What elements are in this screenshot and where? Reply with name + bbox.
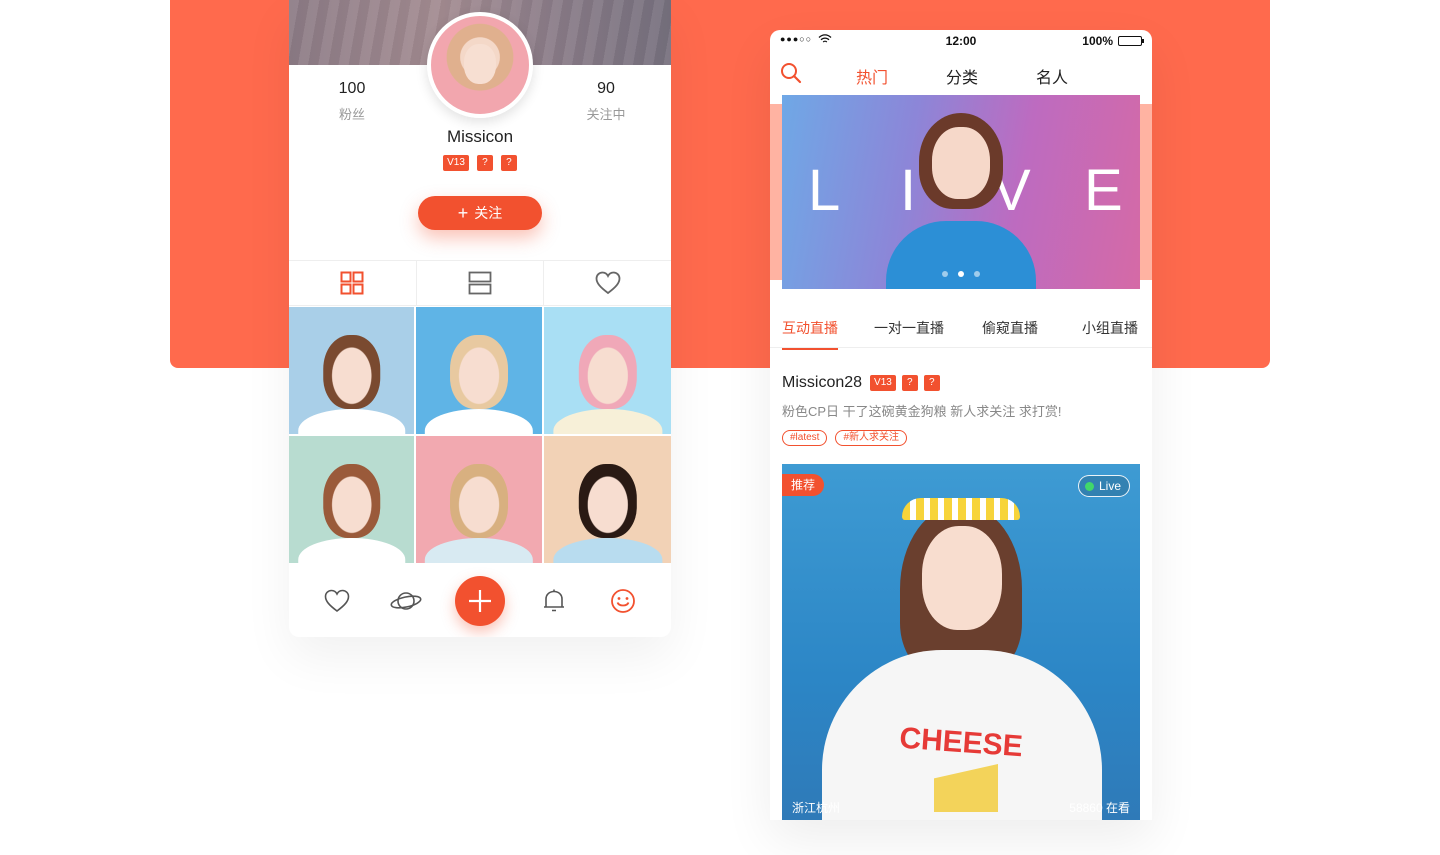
tag-newcomer[interactable]: #新人求关注 — [835, 430, 908, 446]
level-badge: V13 — [870, 375, 896, 391]
heart-icon — [595, 271, 621, 295]
banner-model-image — [886, 109, 1036, 289]
view-mode-tabs — [289, 260, 671, 306]
tab-one-on-one-live[interactable]: 一对一直播 — [874, 318, 944, 338]
follow-button[interactable]: + 关注 — [418, 196, 542, 230]
nav-discover[interactable] — [386, 581, 426, 621]
photo-subject-head — [450, 463, 508, 538]
add-icon — [468, 590, 491, 612]
avatar-face — [464, 44, 496, 84]
profile-username: Missicon — [446, 127, 514, 146]
search-icon — [781, 63, 802, 84]
banner-dot[interactable] — [958, 271, 964, 277]
bell-icon — [543, 589, 564, 612]
live-banner[interactable]: L I V E — [782, 95, 1140, 289]
profile-badges: V13 ? ? — [289, 155, 671, 171]
post-username: Missicon28 — [782, 374, 863, 391]
list-icon — [468, 271, 492, 295]
level-badge: V13 — [443, 155, 469, 171]
heart-icon — [325, 589, 350, 613]
photo-subject-body — [424, 408, 534, 434]
tab-group-live[interactable]: 小组直播 — [1082, 318, 1138, 338]
photo-subject-head — [322, 334, 381, 409]
live-label: Live — [1098, 479, 1121, 493]
following-count: 90 — [597, 80, 615, 97]
photo-thumbnail[interactable] — [544, 307, 671, 434]
stream-model-face — [922, 526, 1002, 630]
tab-grid-view[interactable] — [289, 261, 417, 305]
tab-celebrity[interactable]: 名人 — [1036, 64, 1068, 88]
badge-unknown-1: ? — [476, 155, 493, 171]
top-navigation: 热门 分类 名人 — [770, 58, 1152, 92]
badge-unknown-2: ? — [500, 155, 517, 171]
grid-icon — [340, 271, 364, 295]
photo-subject-body — [552, 408, 663, 434]
recommend-badge: 推荐 — [782, 474, 825, 496]
live-dot-icon — [1084, 481, 1094, 491]
photo-subject-body — [424, 537, 534, 563]
banner-letter-l: L — [808, 158, 841, 223]
photo-subject-body — [552, 537, 663, 563]
banner-model-shirt — [886, 221, 1036, 289]
photo-thumbnail[interactable] — [416, 436, 542, 563]
tab-list-view[interactable] — [417, 261, 545, 305]
post-author[interactable]: Missicon28 V13 ? ? — [782, 374, 940, 392]
bottom-navigation — [289, 565, 671, 637]
tab-category[interactable]: 分类 — [946, 64, 978, 88]
showcase-stage: 100 粉丝 90 关注中 Missicon V13 ? ? + 关注 ●●●○… — [0, 0, 1440, 855]
post-caption: 粉色CP日 干了这碗黄金狗粮 新人求关注 求打赏! — [782, 404, 1062, 419]
banner-model-face — [932, 127, 990, 199]
status-bar: ●●●○○ 12:00 100% — [770, 30, 1152, 52]
stream-model-headband — [902, 498, 1020, 520]
live-indicator: Live — [1077, 475, 1130, 497]
avatar[interactable] — [427, 12, 533, 118]
tab-peek-live[interactable]: 偷窥直播 — [982, 318, 1038, 338]
photo-subject-body — [297, 537, 406, 563]
tab-hot[interactable]: 热门 — [856, 64, 888, 88]
fans-count: 100 — [338, 80, 366, 97]
photo-subject-body — [297, 408, 406, 434]
battery-percent: 100% — [1082, 34, 1113, 48]
smile-icon — [610, 589, 635, 613]
post-tags: #latest #新人求关注 — [782, 430, 908, 446]
badge-unknown-2: ? — [923, 375, 940, 391]
live-stream-card[interactable]: CHEESE 推荐 Live 浙江杭州 58860 在看 — [782, 464, 1140, 820]
banner-letter-e: E — [1084, 158, 1123, 223]
plus-icon: + — [457, 203, 469, 223]
photo-subject-head — [578, 463, 637, 538]
planet-icon — [390, 592, 422, 610]
status-battery: 100% — [1082, 34, 1144, 48]
banner-pagination — [782, 271, 1140, 277]
tag-latest[interactable]: #latest — [782, 430, 828, 446]
photo-subject-head — [322, 463, 381, 538]
search-button[interactable] — [780, 62, 802, 89]
photo-grid — [289, 307, 671, 563]
stream-location: 浙江杭州 — [792, 801, 841, 815]
nav-add-button[interactable] — [454, 576, 505, 626]
photo-thumbnail[interactable] — [544, 436, 671, 563]
viewer-count: 58860 在看 — [1069, 801, 1130, 815]
photo-subject-head — [578, 334, 637, 409]
following-label: 关注中 — [586, 107, 626, 122]
nav-notifications[interactable] — [534, 581, 574, 621]
nav-favorites[interactable] — [317, 581, 357, 621]
profile-screen: 100 粉丝 90 关注中 Missicon V13 ? ? + 关注 — [289, 0, 671, 637]
follow-button-label: 关注 — [474, 205, 503, 221]
tab-liked[interactable] — [544, 261, 671, 305]
live-category-tabs: 互动直播 一对一直播 偷窥直播 小组直播 — [770, 310, 1152, 350]
following-stat[interactable]: 90 关注中 — [551, 80, 661, 123]
battery-icon — [1118, 36, 1144, 46]
tab-interactive-live[interactable]: 互动直播 — [782, 318, 838, 350]
fans-label: 粉丝 — [338, 107, 365, 122]
photo-thumbnail[interactable] — [289, 307, 414, 434]
photo-subject-head — [450, 334, 508, 409]
nav-profile[interactable] — [603, 581, 643, 621]
live-feed-screen: ●●●○○ 12:00 100% 热门 分类 名人 L I V E 互动直播 一… — [770, 30, 1152, 820]
photo-thumbnail[interactable] — [416, 307, 542, 434]
banner-dot[interactable] — [942, 271, 948, 277]
banner-dot[interactable] — [974, 271, 980, 277]
photo-thumbnail[interactable] — [289, 436, 414, 563]
fans-stat[interactable]: 100 粉丝 — [297, 80, 407, 123]
badge-unknown-1: ? — [901, 375, 918, 391]
